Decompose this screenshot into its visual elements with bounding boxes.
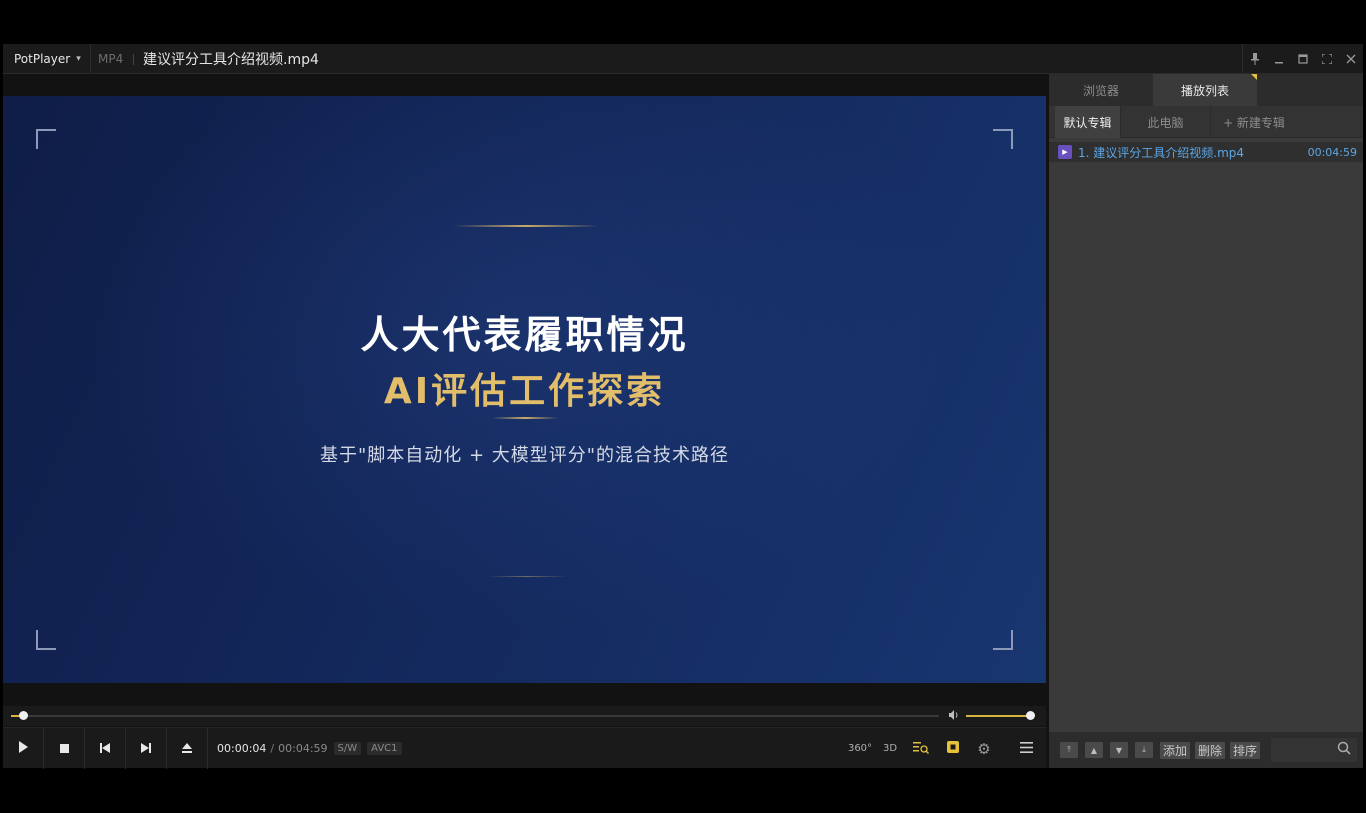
current-time: 00:00:04 [217, 742, 267, 755]
time-display: 00:00:04 / 00:04:59 S/W AVC1 [217, 728, 402, 769]
seek-track[interactable] [11, 715, 939, 717]
album-tab-this-pc[interactable]: 此电脑 [1121, 106, 1211, 138]
move-up-button[interactable]: ▲ [1085, 742, 1103, 758]
stop-button[interactable] [44, 728, 85, 769]
next-icon [141, 742, 151, 756]
new-album-button[interactable]: + 新建专辑 [1211, 106, 1297, 138]
3d-button[interactable]: 3D [879, 728, 901, 769]
tab-playlist[interactable]: 播放列表 [1153, 74, 1257, 106]
previous-icon [100, 742, 110, 756]
chevron-down-icon: ▾ [76, 54, 81, 64]
playlist-item-duration: 00:04:59 [1307, 145, 1357, 159]
3d-label: 3D [882, 743, 898, 754]
video-file-icon: ▶ [1058, 145, 1072, 159]
seek-bar[interactable] [3, 706, 1046, 726]
potplayer-window: PotPlayer ▾ MP4 建议评分工具介绍视频.mp4 人大代表履职情况 … [3, 44, 1363, 769]
eject-button[interactable] [167, 728, 208, 769]
move-bottom-icon: ⤓ [1142, 745, 1146, 754]
volume-icon[interactable] [948, 709, 960, 724]
window-controls [1242, 44, 1363, 74]
list-search-icon [913, 741, 929, 757]
frame-corner-bottom-left [36, 630, 56, 650]
frame-corner-top-right [993, 129, 1013, 149]
minimize-icon[interactable] [1267, 44, 1291, 74]
total-time: 00:04:59 [278, 742, 328, 755]
vr-360-label: 360° [847, 743, 873, 754]
playlist-item-name: 1. 建议评分工具介绍视频.mp4 [1078, 145, 1245, 160]
middle-gold-line [492, 417, 558, 419]
play-icon [18, 741, 28, 756]
title-bar: PotPlayer ▾ MP4 建议评分工具介绍视频.mp4 [3, 44, 1363, 74]
playlist-item[interactable]: ▶ 1. 建议评分工具介绍视频.mp4 00:04:59 [1049, 142, 1363, 162]
album-tab-default[interactable]: 默认专辑 [1055, 106, 1121, 138]
move-top-button[interactable]: ⤒ [1060, 742, 1078, 758]
sort-button[interactable]: 排序 [1230, 741, 1261, 759]
frame-corner-bottom-right [993, 630, 1013, 650]
video-description: 基于"脚本自动化 + 大模型评分"的混合技术路径 [319, 445, 730, 466]
panel-tabs: 浏览器 播放列表 [1049, 74, 1363, 106]
move-down-button[interactable]: ▼ [1110, 742, 1128, 758]
tab-playlist-label: 播放列表 [1180, 83, 1229, 98]
move-bottom-button[interactable]: ⤓ [1135, 742, 1153, 758]
frame-corner-top-left [36, 129, 56, 149]
vr-360-button[interactable]: 360° [848, 728, 872, 769]
tab-browser[interactable]: 浏览器 [1049, 74, 1153, 106]
top-gold-line [453, 225, 599, 227]
active-tab-marker [1251, 74, 1257, 80]
codec-badge[interactable]: AVC1 [367, 742, 402, 755]
control-bar: 00:00:04 / 00:04:59 S/W AVC1 360° 3D ⚙ [3, 727, 1046, 769]
pin-icon[interactable] [1243, 44, 1267, 74]
capture-button[interactable] [942, 728, 964, 769]
video-frame[interactable]: 人大代表履职情况 AI评估工作探索 基于"脚本自动化 + 大模型评分"的混合技术… [3, 96, 1046, 683]
app-menu-button[interactable]: PotPlayer ▾ [3, 44, 91, 74]
video-subtitle: AI评估工作探索 [383, 371, 666, 412]
playlist-toolbar: ⤒ ▲ ▼ ⤓ 添加 删除 排序 [1049, 732, 1363, 768]
time-separator: / [270, 742, 275, 755]
file-title: 建议评分工具介绍视频.mp4 [143, 52, 319, 68]
arrow-up-icon: ▲ [1090, 745, 1098, 755]
next-button[interactable] [126, 728, 167, 769]
fullscreen-icon[interactable] [1315, 44, 1339, 74]
add-button[interactable]: 添加 [1160, 741, 1191, 759]
search-icon [1337, 741, 1351, 759]
move-top-icon: ⤒ [1067, 745, 1071, 754]
maximize-icon[interactable] [1291, 44, 1315, 74]
video-title: 人大代表履职情况 [360, 313, 689, 357]
delete-button[interactable]: 删除 [1195, 741, 1226, 759]
play-button[interactable] [3, 728, 44, 769]
decoder-badge[interactable]: S/W [333, 742, 362, 755]
previous-button[interactable] [85, 728, 126, 769]
app-name: PotPlayer [14, 52, 71, 66]
menu-button[interactable] [1013, 728, 1039, 769]
stop-icon [59, 742, 69, 756]
eject-icon [182, 742, 192, 756]
playlist-search-button[interactable] [910, 728, 932, 769]
file-format: MP4 [98, 52, 124, 66]
seek-handle[interactable] [19, 711, 29, 720]
volume-level [966, 715, 1030, 717]
side-panel: 浏览器 播放列表 默认专辑 此电脑 + 新建专辑 ▶ 1. 建议评分工具介绍视频… [1049, 74, 1363, 768]
gear-icon: ⚙ [977, 739, 991, 758]
volume-handle[interactable] [1026, 711, 1035, 720]
title-separator [133, 54, 134, 65]
close-icon[interactable] [1339, 44, 1363, 74]
playlist-search-field[interactable] [1271, 738, 1357, 762]
arrow-down-icon: ▼ [1115, 745, 1123, 755]
hamburger-menu-icon [1019, 741, 1033, 756]
settings-button[interactable]: ⚙ [973, 728, 995, 769]
capture-icon [947, 741, 959, 756]
bottom-gold-line [487, 576, 567, 577]
album-tabs: 默认专辑 此电脑 + 新建专辑 [1049, 106, 1363, 138]
